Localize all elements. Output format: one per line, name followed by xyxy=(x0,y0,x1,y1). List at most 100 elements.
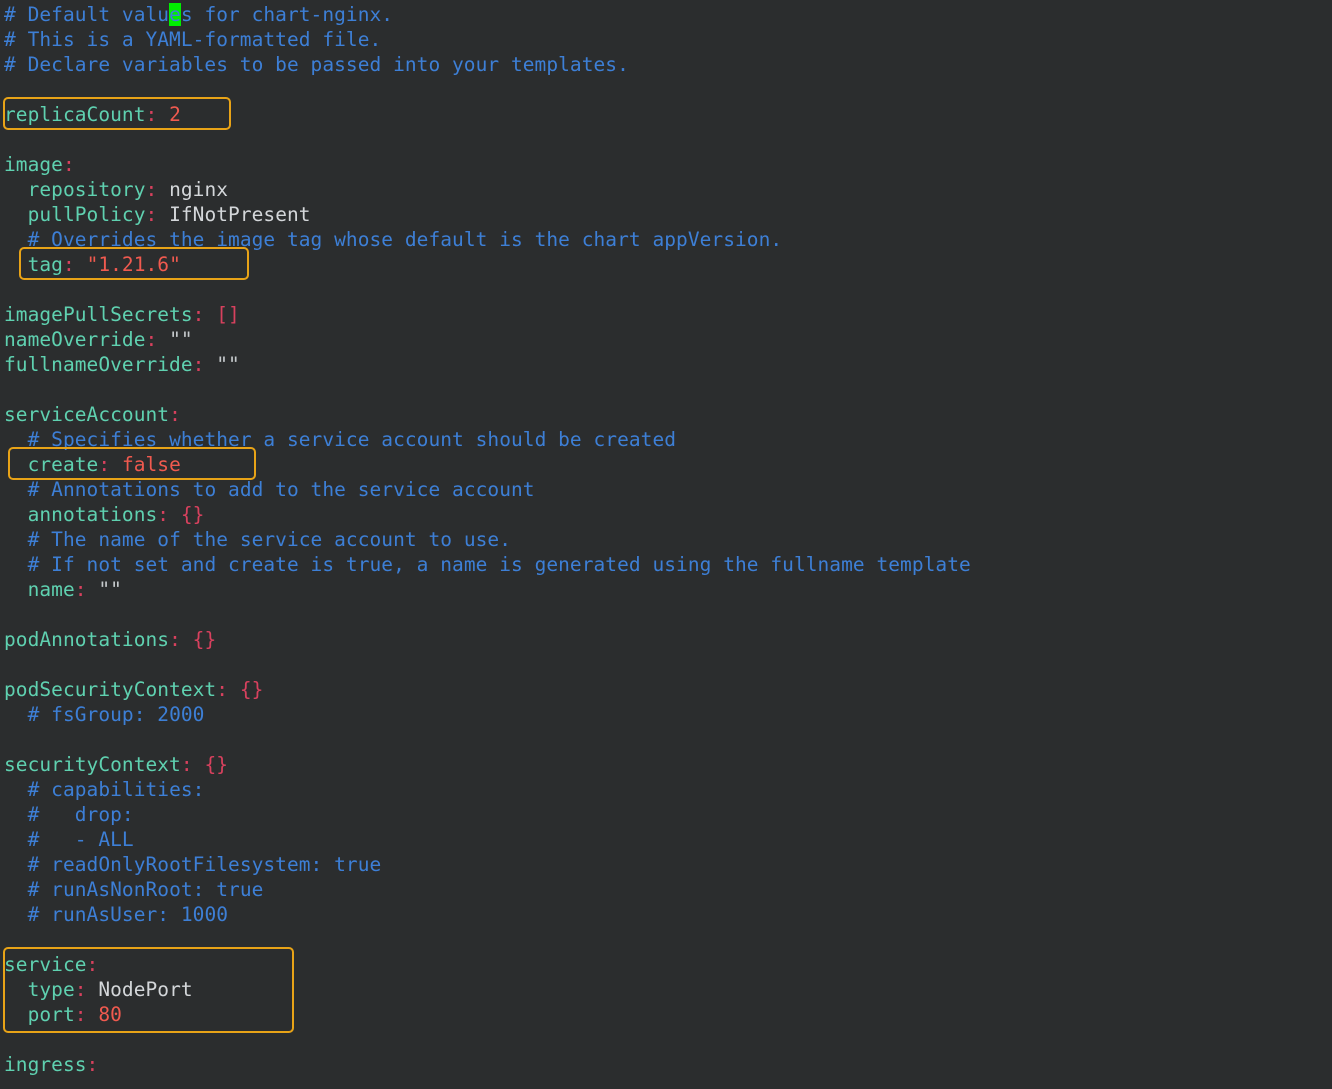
yaml-plain-value xyxy=(87,578,99,601)
yaml-key: repository xyxy=(27,178,146,201)
yaml-colon: : xyxy=(192,303,205,326)
code-line[interactable] xyxy=(4,602,1332,627)
code-line[interactable]: image: xyxy=(4,152,1332,177)
yaml-key: imagePullSecrets xyxy=(4,303,193,326)
code-line[interactable]: # readOnlyRootFilesystem: true xyxy=(4,852,1332,877)
code-line[interactable]: # Annotations to add to the service acco… xyxy=(4,477,1332,502)
code-line[interactable]: port: 80 xyxy=(4,1002,1332,1027)
code-comment: # fsGroup: 2000 xyxy=(27,703,205,726)
code-line[interactable] xyxy=(4,1027,1332,1052)
code-line[interactable]: # The name of the service account to use… xyxy=(4,527,1332,552)
yaml-plain-value xyxy=(4,878,28,901)
yaml-key: podAnnotations xyxy=(4,628,170,651)
code-line[interactable] xyxy=(4,377,1332,402)
code-line[interactable]: ingress: xyxy=(4,1052,1332,1077)
code-comment: # Declare variables to be passed into yo… xyxy=(4,53,629,76)
yaml-plain-value xyxy=(157,328,169,351)
code-line[interactable]: # fsGroup: 2000 xyxy=(4,702,1332,727)
code-line[interactable] xyxy=(4,277,1332,302)
yaml-colon: : xyxy=(192,353,205,376)
yaml-scalar-value: false xyxy=(121,453,181,476)
yaml-plain-value xyxy=(4,578,28,601)
code-line[interactable] xyxy=(4,127,1332,152)
code-line[interactable]: # If not set and create is true, a name … xyxy=(4,552,1332,577)
code-line[interactable]: # Declare variables to be passed into yo… xyxy=(4,52,1332,77)
code-line[interactable]: repository: nginx xyxy=(4,177,1332,202)
code-line[interactable]: imagePullSecrets: [] xyxy=(4,302,1332,327)
yaml-empty-string: "" xyxy=(169,328,193,351)
yaml-key: fullnameOverride xyxy=(4,353,193,376)
yaml-colon: : xyxy=(98,453,111,476)
code-comment: # capabilities: xyxy=(27,778,205,801)
yaml-plain-value xyxy=(157,103,169,126)
yaml-colon: : xyxy=(145,203,158,226)
code-line[interactable]: fullnameOverride: "" xyxy=(4,352,1332,377)
yaml-key: podSecurityContext xyxy=(4,678,217,701)
code-line[interactable]: # - ALL xyxy=(4,827,1332,852)
code-line[interactable] xyxy=(4,77,1332,102)
code-line[interactable]: # runAsNonRoot: true xyxy=(4,877,1332,902)
code-line[interactable]: type: NodePort xyxy=(4,977,1332,1002)
yaml-plain-value: NodePort xyxy=(86,978,193,1001)
code-comment: s for chart-nginx. xyxy=(180,3,394,26)
yaml-plain-value xyxy=(4,253,28,276)
code-line[interactable]: create: false xyxy=(4,452,1332,477)
terminal-window[interactable]: # Default values for chart-nginx. # This … xyxy=(0,0,1332,1089)
code-line[interactable]: # Default values for chart-nginx. xyxy=(4,2,1332,27)
code-line[interactable]: # drop: xyxy=(4,802,1332,827)
yaml-plain-value xyxy=(4,703,28,726)
code-line[interactable] xyxy=(4,652,1332,677)
yaml-colon: : xyxy=(74,978,87,1001)
code-comment: # runAsUser: 1000 xyxy=(27,903,229,926)
yaml-plain-value: IfNotPresent xyxy=(157,203,311,226)
yaml-colon: : xyxy=(180,753,193,776)
yaml-key: name xyxy=(27,578,75,601)
yaml-punctuation: {} xyxy=(239,678,264,701)
code-line[interactable]: annotations: {} xyxy=(4,502,1332,527)
yaml-key: create xyxy=(27,453,99,476)
code-line[interactable]: replicaCount: 2 xyxy=(4,102,1332,127)
code-line[interactable]: # This is a YAML-formatted file. xyxy=(4,27,1332,52)
code-comment: # - ALL xyxy=(27,828,134,851)
code-line[interactable]: # Specifies whether a service account sh… xyxy=(4,427,1332,452)
yaml-plain-value xyxy=(4,828,28,851)
yaml-empty-string: "" xyxy=(216,353,240,376)
code-line[interactable]: # runAsUser: 1000 xyxy=(4,902,1332,927)
yaml-key: ingress xyxy=(4,1053,87,1076)
yaml-colon: : xyxy=(62,153,75,176)
yaml-scalar-value: 2 xyxy=(169,103,181,126)
yaml-plain-value xyxy=(87,1003,99,1026)
code-line[interactable]: podAnnotations: {} xyxy=(4,627,1332,652)
yaml-key: image xyxy=(4,153,63,176)
yaml-plain-value xyxy=(4,803,28,826)
yaml-key: nameOverride xyxy=(4,328,146,351)
yaml-punctuation: [] xyxy=(216,303,240,326)
code-comment: # readOnlyRootFilesystem: true xyxy=(27,853,382,876)
code-line[interactable]: pullPolicy: IfNotPresent xyxy=(4,202,1332,227)
code-line[interactable] xyxy=(4,927,1332,952)
yaml-plain-value xyxy=(4,228,28,251)
code-line[interactable]: # Overrides the image tag whose default … xyxy=(4,227,1332,252)
yaml-key: type xyxy=(27,978,75,1001)
code-line[interactable]: securityContext: {} xyxy=(4,752,1332,777)
code-line[interactable]: nameOverride: "" xyxy=(4,327,1332,352)
yaml-key: port xyxy=(27,1003,75,1026)
code-comment: # Annotations to add to the service acco… xyxy=(27,478,535,501)
yaml-plain-value xyxy=(4,478,28,501)
yaml-key: service xyxy=(4,953,87,976)
code-line[interactable]: podSecurityContext: {} xyxy=(4,677,1332,702)
yaml-plain-value xyxy=(75,253,87,276)
yaml-colon: : xyxy=(169,403,181,426)
code-line[interactable]: # capabilities: xyxy=(4,777,1332,802)
code-line[interactable]: tag: "1.21.6" xyxy=(4,252,1332,277)
code-line[interactable]: serviceAccount: xyxy=(4,402,1332,427)
code-line[interactable]: name: "" xyxy=(4,577,1332,602)
yaml-key: tag xyxy=(27,253,63,276)
yaml-scalar-value: 80 xyxy=(98,1003,122,1026)
yaml-code-listing[interactable]: # Default values for chart-nginx. # This … xyxy=(0,0,1332,1077)
yaml-plain-value xyxy=(4,553,28,576)
yaml-key: pullPolicy xyxy=(27,203,146,226)
yaml-punctuation: {} xyxy=(180,503,205,526)
code-line[interactable] xyxy=(4,727,1332,752)
code-line[interactable]: service: xyxy=(4,952,1332,977)
